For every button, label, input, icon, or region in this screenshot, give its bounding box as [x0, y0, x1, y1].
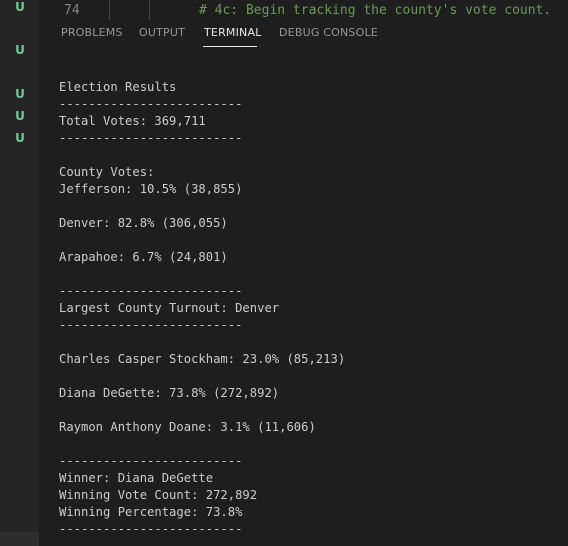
line-number: 74 — [64, 3, 80, 18]
terminal-line: ------------------------- — [59, 284, 243, 298]
terminal-line: Winning Percentage: 73.8% — [59, 505, 243, 519]
panel-tab-bar: PROBLEMS OUTPUT TERMINAL DEBUG CONSOLE — [39, 20, 568, 50]
untracked-badge[interactable]: U — [13, 43, 27, 57]
terminal-line: Largest County Turnout: Denver — [59, 301, 280, 315]
indent-guide — [109, 0, 110, 20]
terminal-line: Raymon Anthony Doane: 3.1% (11,606) — [59, 420, 316, 434]
terminal-line: Total Votes: 369,711 — [59, 114, 206, 128]
terminal-line: ------------------------- — [59, 522, 243, 536]
tab-problems[interactable]: PROBLEMS — [61, 26, 123, 39]
terminal-line: Winning Vote Count: 272,892 — [59, 488, 258, 502]
terminal-line: Arapahoe: 6.7% (24,801) — [59, 250, 228, 264]
terminal-line: Jefferson: 10.5% (38,855) — [59, 182, 243, 196]
terminal-output[interactable]: Election Results ------------------------… — [59, 79, 568, 546]
terminal-line: ------------------------- — [59, 318, 243, 332]
editor-line[interactable]: 74 # 4c: Begin tracking the county's vot… — [39, 0, 568, 20]
gutter-footer — [0, 532, 39, 546]
tab-debug-console[interactable]: DEBUG CONSOLE — [279, 26, 378, 39]
untracked-badge[interactable]: U — [13, 0, 27, 14]
code-comment: # 4c: Begin tracking the county's vote c… — [199, 3, 552, 18]
untracked-badge[interactable]: U — [13, 131, 27, 145]
terminal-line: County Votes: — [59, 165, 155, 179]
terminal-line: Election Results — [59, 80, 177, 94]
terminal-line: Diana DeGette: 73.8% (272,892) — [59, 386, 280, 400]
active-tab-indicator — [203, 46, 257, 47]
untracked-badge[interactable]: U — [13, 87, 27, 101]
terminal-line: ------------------------- — [59, 97, 243, 111]
tab-terminal[interactable]: TERMINAL — [204, 26, 262, 39]
terminal-line: ------------------------- — [59, 454, 243, 468]
terminal-line: ------------------------- — [59, 131, 243, 145]
terminal-line: Winner: Diana DeGette — [59, 471, 214, 485]
terminal-line: Charles Casper Stockham: 23.0% (85,213) — [59, 352, 346, 366]
untracked-badge[interactable]: U — [13, 109, 27, 123]
scm-gutter: U U U U U — [0, 0, 39, 546]
indent-guide — [149, 0, 150, 20]
tab-output[interactable]: OUTPUT — [139, 26, 185, 39]
terminal-line: Denver: 82.8% (306,055) — [59, 216, 228, 230]
